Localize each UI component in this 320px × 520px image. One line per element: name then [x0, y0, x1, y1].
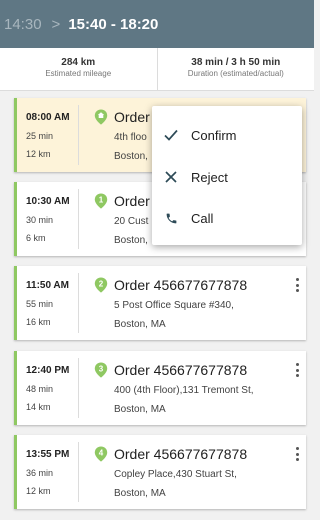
order-address-line2: Boston, MA: [114, 404, 166, 415]
order-duration: 48 min: [26, 384, 54, 394]
order-distance: 14 km: [26, 402, 51, 412]
order-address-line1: 4th floo: [114, 132, 147, 143]
more-options-icon[interactable]: [294, 278, 300, 292]
order-duration: 36 min: [26, 468, 54, 478]
order-duration: 30 min: [26, 215, 54, 225]
order-distance: 12 km: [26, 149, 51, 159]
order-duration: 55 min: [26, 299, 54, 309]
order-distance: 6 km: [26, 233, 46, 243]
duration-value: 38 min / 3 h 50 min: [191, 57, 281, 68]
previous-range-label[interactable]: 14:30: [4, 16, 42, 33]
pin-number: 1: [99, 196, 104, 205]
route-stats: 284 km Estimated mileage 38 min / 3 h 50…: [0, 48, 314, 91]
numbered-pin-icon: 1: [94, 193, 108, 209]
order-address-line2: Boston, MA: [114, 488, 166, 499]
divider: [78, 105, 79, 165]
chevron-right-icon: >: [51, 15, 61, 33]
pin-number: 2: [99, 280, 104, 289]
confirm-menu-item[interactable]: Confirm: [152, 115, 302, 155]
call-menu-item[interactable]: Call: [152, 198, 302, 238]
order-address-line2: Boston, MA: [114, 319, 166, 330]
order-address-line1: 400 (4th Floor),131 Tremont St,: [114, 385, 254, 396]
order-title: Order 456677677878: [114, 446, 248, 462]
divider: [78, 273, 79, 333]
home-pin-icon: [94, 109, 108, 125]
close-icon: [163, 169, 179, 185]
numbered-pin-icon: 4: [94, 446, 108, 462]
numbered-pin-icon: 3: [94, 362, 108, 378]
order-card[interactable]: 11:50 AM 55 min 16 km 2 Order 4566776778…: [14, 266, 306, 340]
duration-label: Duration (estimated/actual): [187, 69, 284, 78]
more-options-icon[interactable]: [294, 363, 300, 377]
divider: [78, 442, 79, 502]
divider: [78, 358, 79, 418]
order-time: 11:50 AM: [26, 280, 69, 291]
order-time: 10:30 AM: [26, 196, 70, 207]
mileage-label: Estimated mileage: [45, 69, 112, 78]
order-address-line2: Boston,: [114, 235, 148, 246]
order-distance: 16 km: [26, 317, 51, 327]
order-card[interactable]: 12:40 PM 48 min 14 km 3 Order 4566776778…: [14, 351, 306, 425]
pin-number: 4: [99, 449, 104, 458]
pin-number: 3: [99, 365, 104, 374]
order-title: Order 456677677878: [114, 277, 248, 293]
reject-menu-item[interactable]: Reject: [152, 157, 302, 197]
order-card[interactable]: 13:55 PM 36 min 12 km 4 Order 4566776778…: [14, 435, 306, 509]
order-action-menu: Confirm Reject Call: [152, 106, 302, 245]
order-address-line1: 20 Cust: [114, 216, 149, 227]
more-options-icon[interactable]: [294, 447, 300, 461]
order-title: Order 456677677878: [114, 362, 248, 378]
mileage-stat: 284 km Estimated mileage: [0, 48, 157, 90]
numbered-pin-icon: 2: [94, 277, 108, 293]
order-duration: 25 min: [26, 131, 54, 141]
phone-icon: [163, 210, 179, 226]
order-time: 08:00 AM: [26, 112, 70, 123]
order-address-line1: 5 Post Office Square #340,: [114, 300, 234, 311]
order-title: Order ': [114, 109, 157, 125]
call-label: Call: [191, 210, 214, 226]
reject-label: Reject: [191, 169, 228, 185]
confirm-label: Confirm: [191, 127, 237, 143]
check-icon: [163, 127, 179, 143]
duration-stat: 38 min / 3 h 50 min Duration (estimated/…: [156, 48, 315, 90]
order-address-line1: Copley Place,430 Stuart St,: [114, 469, 237, 480]
order-time: 13:55 PM: [26, 449, 70, 460]
order-address-line2: Boston,: [114, 151, 148, 162]
order-time: 12:40 PM: [26, 365, 70, 376]
order-distance: 12 km: [26, 486, 51, 496]
divider: [78, 189, 79, 249]
time-range-header: 14:30 > 15:40 - 18:20: [0, 0, 314, 48]
mileage-value: 284 km: [61, 57, 96, 68]
current-range-label: 15:40 - 18:20: [68, 15, 159, 33]
